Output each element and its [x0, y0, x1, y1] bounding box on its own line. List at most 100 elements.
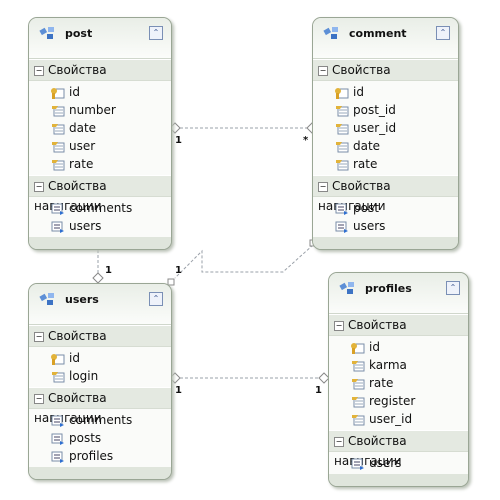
entity-comment[interactable]: comment ⌃ − Свойства id post_id user_id date rat…	[312, 17, 459, 250]
primary-key-icon	[51, 86, 65, 99]
navigation-item[interactable]: comments	[29, 199, 171, 217]
navigation-name: users	[369, 456, 402, 470]
navigation-list: comments posts profiles	[29, 409, 171, 467]
property-name: post_id	[353, 103, 396, 117]
property-name: id	[369, 340, 380, 354]
property-item[interactable]: id	[313, 83, 458, 101]
navigation-property-icon	[51, 220, 65, 233]
navigation-item[interactable]: profiles	[29, 447, 171, 465]
navigation-item[interactable]: users	[329, 454, 468, 472]
collapse-icon[interactable]: ⌃	[436, 26, 450, 40]
entity-footer	[29, 237, 171, 249]
property-item[interactable]: id	[29, 349, 171, 367]
property-item[interactable]: date	[313, 137, 458, 155]
section-label: Свойства	[48, 63, 107, 77]
property-item[interactable]: user	[29, 137, 171, 155]
property-item[interactable]: login	[29, 367, 171, 385]
diamond-marker	[92, 272, 104, 284]
collapse-section-icon[interactable]: −	[34, 66, 44, 76]
assoc-comment-users[interactable]	[174, 244, 314, 279]
entity-header[interactable]: users ⌃	[29, 284, 171, 325]
navigation-property-icon	[335, 202, 349, 215]
entity-footer	[329, 474, 468, 486]
navigation-property-icon	[51, 414, 65, 427]
navigation-item[interactable]: posts	[29, 429, 171, 447]
navigation-section-header[interactable]: − Свойства навигации	[29, 387, 171, 425]
collapse-section-icon[interactable]: −	[334, 437, 344, 447]
property-item[interactable]: user_id	[329, 410, 468, 428]
collapse-icon[interactable]: ⌃	[149, 26, 163, 40]
property-icon	[51, 122, 65, 135]
entity-header[interactable]: profiles ⌃	[329, 273, 468, 314]
navigation-section-header[interactable]: − Свойства навигации	[329, 430, 468, 468]
properties-section-header[interactable]: − Свойства	[29, 59, 171, 81]
property-item[interactable]: rate	[313, 155, 458, 173]
property-item[interactable]: rate	[329, 374, 468, 392]
property-name: login	[69, 369, 99, 383]
property-item[interactable]: rate	[29, 155, 171, 173]
entity-profiles[interactable]: profiles ⌃ − Свойства id karma rate register use…	[328, 272, 469, 487]
navigation-list: comments users	[29, 197, 171, 237]
property-name: user	[69, 139, 96, 153]
multiplicity: 1	[315, 385, 322, 396]
collapse-section-icon[interactable]: −	[34, 394, 44, 404]
entity-footer	[313, 237, 458, 249]
properties-section-header[interactable]: − Свойства	[29, 325, 171, 347]
properties-list: id karma rate register user_id	[329, 336, 468, 430]
navigation-name: comments	[69, 413, 133, 427]
property-item[interactable]: karma	[329, 356, 468, 374]
collapse-icon[interactable]: ⌃	[149, 292, 163, 306]
collapse-section-icon[interactable]: −	[318, 182, 328, 192]
property-item[interactable]: post_id	[313, 101, 458, 119]
collapse-icon[interactable]: ⌃	[446, 281, 460, 295]
collapse-section-icon[interactable]: −	[334, 321, 344, 331]
properties-section-header[interactable]: − Свойства	[329, 314, 468, 336]
navigation-name: post	[353, 201, 379, 215]
property-icon	[335, 104, 349, 117]
property-item[interactable]: number	[29, 101, 171, 119]
entity-header[interactable]: comment ⌃	[313, 18, 458, 59]
navigation-property-icon	[51, 432, 65, 445]
property-item[interactable]: register	[329, 392, 468, 410]
property-name: date	[69, 121, 97, 135]
multiplicity: *	[303, 135, 309, 146]
entity-footer	[29, 467, 171, 479]
property-name: rate	[69, 157, 94, 171]
collapse-section-icon[interactable]: −	[34, 332, 44, 342]
entity-title: comment	[349, 27, 407, 40]
navigation-item[interactable]: users	[313, 217, 458, 235]
collapse-section-icon[interactable]: −	[318, 66, 328, 76]
collapse-section-icon[interactable]: −	[34, 182, 44, 192]
navigation-name: users	[69, 219, 102, 233]
navigation-name: profiles	[69, 449, 114, 463]
navigation-property-icon	[51, 450, 65, 463]
property-name: date	[353, 139, 381, 153]
property-icon	[351, 377, 365, 390]
property-item[interactable]: id	[329, 338, 468, 356]
section-label: Свойства	[332, 63, 391, 77]
properties-list: id post_id user_iddate rate	[313, 81, 458, 175]
property-icon	[335, 140, 349, 153]
primary-key-icon	[51, 352, 65, 365]
navigation-name: comments	[69, 201, 133, 215]
property-icon	[351, 395, 365, 408]
entity-users[interactable]: users ⌃ − Свойства id login − Свойства навигаци…	[28, 283, 172, 480]
properties-section-header[interactable]: − Свойства	[313, 59, 458, 81]
entity-header[interactable]: post ⌃	[29, 18, 171, 59]
property-item[interactable]: id	[29, 83, 171, 101]
navigation-item[interactable]: users	[29, 217, 171, 235]
navigation-section-header[interactable]: − Свойства навигации	[29, 175, 171, 213]
navigation-section-header[interactable]: − Свойства навигации	[313, 175, 458, 213]
navigation-property-icon	[351, 457, 365, 470]
multiplicity: 1	[105, 265, 112, 276]
multiplicity: 1	[175, 385, 182, 396]
property-name: id	[69, 351, 80, 365]
property-item[interactable]: user_id	[313, 119, 458, 137]
entity-post[interactable]: post ⌃ − Свойства id number date user rate − Свойс…	[28, 17, 172, 250]
property-name: id	[69, 85, 80, 99]
property-item[interactable]: date	[29, 119, 171, 137]
properties-list: id number date user rate	[29, 81, 171, 175]
navigation-item[interactable]: comments	[29, 411, 171, 429]
navigation-property-icon	[51, 202, 65, 215]
navigation-item[interactable]: post	[313, 199, 458, 217]
